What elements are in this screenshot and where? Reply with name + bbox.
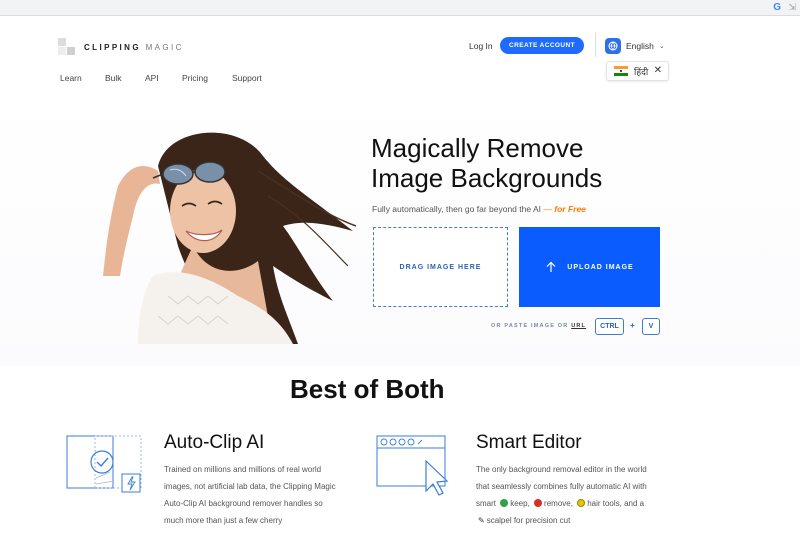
google-icon[interactable]: G	[773, 2, 781, 13]
header-divider	[595, 33, 596, 57]
smart-editor-title: Smart Editor	[476, 432, 582, 453]
auto-clip-title: Auto-Clip AI	[164, 432, 265, 453]
smart-editor-description: The only background removal editor in th…	[476, 461, 654, 529]
main-nav: Learn Bulk API Pricing Support	[60, 73, 262, 83]
ctrl-key: CTRL	[595, 318, 624, 335]
nav-support[interactable]: Support	[232, 73, 262, 83]
login-link[interactable]: Log In	[469, 41, 493, 51]
language-suggestion-label: हिंदी	[634, 67, 649, 78]
globe-icon	[605, 38, 621, 54]
nav-learn[interactable]: Learn	[60, 73, 105, 83]
remove-icon	[534, 499, 543, 507]
language-label: English	[626, 41, 654, 51]
smart-editor-icon	[376, 435, 449, 496]
india-flag-icon	[614, 66, 628, 76]
language-selector[interactable]: English ⌄	[605, 38, 665, 54]
browser-toolbar: G ⇲	[0, 0, 800, 16]
upload-label: UPLOAD IMAGE	[567, 263, 634, 271]
auto-clip-description: Trained on millions and millions of real…	[164, 465, 336, 525]
nav-bulk[interactable]: Bulk	[105, 73, 145, 83]
paste-url-link[interactable]: URL	[571, 323, 586, 329]
hero-photo	[103, 132, 357, 344]
drop-zone-label: DRAG IMAGE HERE	[399, 263, 482, 271]
close-icon[interactable]: ✕	[654, 65, 662, 76]
logo-text: CLIPPING MAGIC	[84, 42, 184, 52]
nav-pricing[interactable]: Pricing	[182, 73, 232, 83]
drag-drop-zone[interactable]: DRAG IMAGE HERE	[373, 227, 508, 307]
hair-tool-icon	[577, 499, 586, 507]
upload-arrow-icon	[546, 261, 556, 272]
keep-icon	[500, 499, 509, 507]
upload-image-button[interactable]: UPLOAD IMAGE	[519, 227, 660, 307]
nav-api[interactable]: API	[145, 73, 182, 83]
scalpel-icon: ✎	[478, 516, 485, 525]
section-title: Best of Both	[290, 374, 445, 404]
hero-headline: Magically Remove Image Backgrounds	[371, 133, 603, 193]
auto-clip-icon	[66, 435, 142, 493]
logo-mark-icon	[58, 38, 76, 56]
language-suggestion[interactable]: हिंदी ✕	[606, 61, 669, 81]
logo[interactable]: CLIPPING MAGIC	[58, 38, 184, 56]
chevron-down-icon: ⌄	[658, 43, 665, 50]
create-account-button[interactable]: CREATE ACCOUNT	[500, 37, 584, 54]
extension-icon[interactable]: ⇲	[788, 2, 796, 13]
plus-sign: +	[630, 321, 635, 330]
hero-subline: Fully automatically, then go far beyond …	[372, 204, 586, 214]
v-key: V	[642, 318, 660, 335]
paste-hint: OR PASTE IMAGE OR URL	[491, 323, 587, 329]
